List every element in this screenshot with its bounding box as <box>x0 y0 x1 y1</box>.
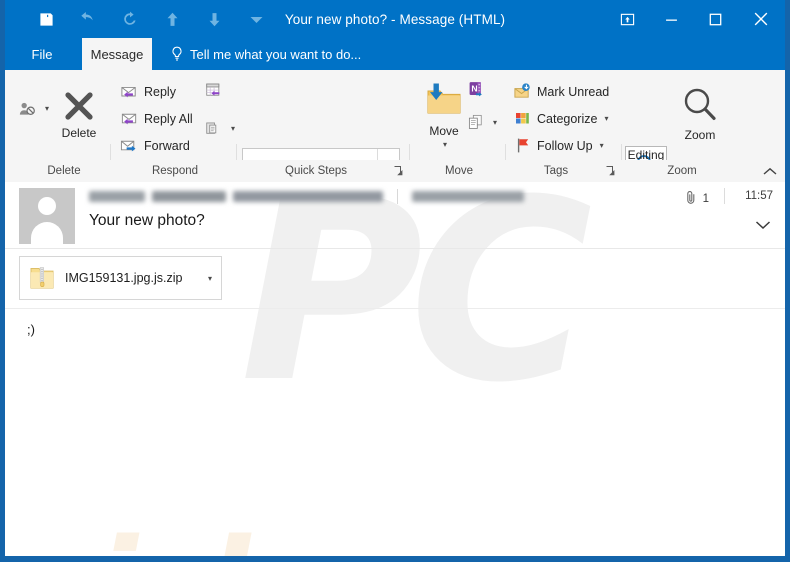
chevron-down-icon[interactable] <box>755 218 771 233</box>
undo-icon[interactable] <box>67 3 109 35</box>
ignore-person-icon <box>19 100 38 117</box>
group-label-zoom: Zoom <box>667 165 697 177</box>
tell-me-search[interactable]: Tell me what you want to do... <box>170 38 361 70</box>
avatar <box>19 188 75 244</box>
follow-up-label: Follow Up <box>537 138 593 153</box>
attachment-count: 1 <box>686 190 709 208</box>
onenote-icon: N <box>467 80 486 97</box>
svg-text:N: N <box>471 83 477 93</box>
forward-button[interactable]: Forward <box>120 137 190 154</box>
attachment-item[interactable]: IMG159131.jpg.js.zip ▾ <box>19 256 222 300</box>
ignore-button[interactable]: ▾ <box>19 100 49 117</box>
delete-x-icon <box>61 88 97 124</box>
reply-all-envelope-icon <box>120 110 139 127</box>
move-button[interactable]: Move ▾ <box>413 82 475 149</box>
reply-all-button[interactable]: Reply All <box>120 110 193 127</box>
more-respond-caret-icon: ▾ <box>231 124 236 133</box>
maximize-icon[interactable] <box>693 0 737 38</box>
follow-up-flag-icon <box>513 137 532 154</box>
attachment-count-label: 1 <box>702 193 709 205</box>
message-header: Your new photo? 1 11:57 <box>5 182 785 249</box>
outlook-message-window: Your new photo? - Message (HTML) File Me… <box>0 0 790 562</box>
chevron-up-icon[interactable] <box>763 160 777 182</box>
title-bar: Your new photo? - Message (HTML) <box>5 0 785 38</box>
ribbon-group-labels: Delete Respond Quick Steps Move Tags Zoo… <box>5 160 785 183</box>
reply-button[interactable]: Reply <box>120 83 176 100</box>
delete-label: Delete <box>61 126 97 140</box>
meeting-button[interactable] <box>205 82 224 99</box>
sender-line <box>89 188 524 204</box>
follow-up-caret-icon: ▾ <box>599 141 604 150</box>
chevron-down-icon[interactable] <box>235 3 277 35</box>
delete-button[interactable]: Delete <box>48 88 110 140</box>
categorize-label: Categorize <box>537 111 598 126</box>
lightbulb-icon <box>170 46 184 62</box>
zoom-label: Zoom <box>684 128 716 142</box>
meeting-calendar-icon <box>205 82 224 99</box>
minimize-icon[interactable] <box>649 0 693 38</box>
divider <box>724 188 725 204</box>
group-label-tags: Tags <box>543 165 569 177</box>
message-time: 11:57 <box>745 190 773 202</box>
attachment-dropdown-icon[interactable]: ▾ <box>208 274 212 283</box>
recipient-redacted <box>412 190 524 202</box>
ribbon-display-options-icon[interactable] <box>605 0 649 38</box>
zoom-magnifier-icon <box>680 86 720 126</box>
more-respond-button[interactable]: ▾ <box>205 120 235 137</box>
rules-caret-icon: ▾ <box>493 118 498 127</box>
ribbon-tab-bar: File Message Tell me what you want to do… <box>5 38 785 70</box>
default-avatar-icon <box>38 197 56 215</box>
move-label: Move <box>429 124 459 138</box>
attachment-bar: IMG159131.jpg.js.zip ▾ <box>5 248 785 309</box>
zoom-button[interactable]: Zoom <box>673 86 727 142</box>
quick-access-toolbar <box>25 0 277 38</box>
categorize-caret-icon: ▾ <box>604 114 609 123</box>
mark-unread-label: Mark Unread <box>537 84 610 99</box>
group-label-quick-steps: Quick Steps <box>285 165 347 177</box>
more-respond-icon <box>205 120 224 137</box>
close-icon[interactable] <box>737 0 785 38</box>
group-label-move: Move <box>444 165 474 177</box>
message-body: ;) <box>27 322 35 337</box>
reply-label: Reply <box>144 84 176 99</box>
tab-message[interactable]: Message <box>82 38 152 70</box>
save-icon[interactable] <box>25 3 67 35</box>
move-caret-icon: ▾ <box>442 140 447 149</box>
arrow-down-icon[interactable] <box>193 3 235 35</box>
rules-icon <box>467 114 486 131</box>
sender-name-redacted <box>89 190 145 202</box>
reply-all-label: Reply All <box>144 111 193 126</box>
categorize-button[interactable]: Categorize ▾ <box>513 110 608 127</box>
mark-unread-button[interactable]: Mark Unread <box>513 83 609 100</box>
move-folder-icon <box>422 82 466 122</box>
tags-dialog-launcher[interactable] <box>605 165 617 177</box>
watermark-site: risk.com <box>35 512 621 556</box>
paperclip-icon <box>686 190 697 208</box>
mark-unread-icon <box>513 83 532 100</box>
divider <box>397 188 398 204</box>
reply-envelope-icon <box>120 83 139 100</box>
follow-up-button[interactable]: Follow Up ▾ <box>513 137 604 154</box>
window-controls <box>605 0 785 38</box>
zip-folder-icon <box>28 264 56 292</box>
forward-label: Forward <box>144 138 190 153</box>
onenote-button[interactable]: N <box>467 80 486 97</box>
forward-envelope-icon <box>120 137 139 154</box>
categorize-icon <box>513 110 532 127</box>
group-label-delete: Delete <box>47 165 81 177</box>
attachment-name: IMG159131.jpg.js.zip <box>65 271 183 285</box>
page-title: Your new photo? <box>89 212 205 229</box>
rules-button[interactable]: ▾ <box>467 114 497 131</box>
tell-me-label: Tell me what you want to do... <box>190 46 362 62</box>
quick-steps-dialog-launcher[interactable] <box>393 165 405 177</box>
tab-file[interactable]: File <box>19 38 65 70</box>
reading-pane: PC risk.com Your new photo? 1 <box>5 182 785 556</box>
group-label-respond: Respond <box>151 165 199 177</box>
arrow-up-icon[interactable] <box>151 3 193 35</box>
sender-email-redacted <box>233 190 383 202</box>
redo-icon[interactable] <box>109 3 151 35</box>
